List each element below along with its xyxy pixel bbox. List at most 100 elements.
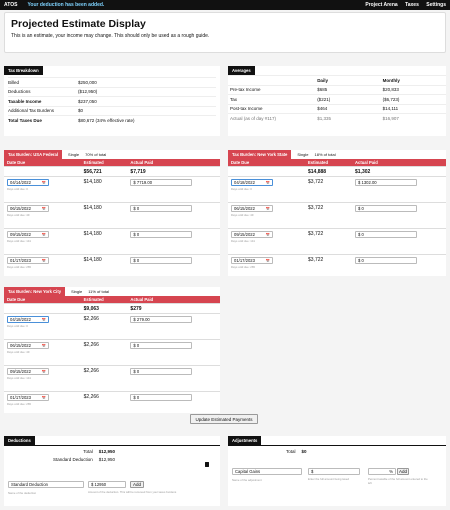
actual-paid-input[interactable]: $ 1302.00 bbox=[355, 179, 417, 186]
averages-cell: $464 bbox=[315, 103, 381, 114]
hero-card: Projected Estimate Display This is an es… bbox=[4, 12, 446, 53]
date-due-input[interactable]: 09/15/2022 📅 bbox=[7, 231, 49, 238]
estimated-value: $14,180 bbox=[83, 257, 102, 263]
breakdown-label: Billed bbox=[8, 79, 20, 85]
date-value: 06/15/2022 bbox=[10, 343, 31, 348]
calendar-icon[interactable]: 📅 bbox=[42, 233, 46, 237]
estimated-value: $2,266 bbox=[83, 394, 99, 400]
date-value: 04/18/2022 bbox=[234, 180, 255, 185]
paid-cell: $ 0 bbox=[130, 342, 220, 349]
calendar-icon[interactable]: 📅 bbox=[42, 344, 46, 348]
calendar-icon[interactable]: 📅 bbox=[42, 181, 46, 185]
breakdown-row: Total Taxes Due $80,672 (34% effective ra… bbox=[8, 115, 216, 125]
averages-panel: Averages Daily Monthly Pre-tax Income $685 $… bbox=[228, 66, 446, 136]
estimated-value: $14,180 bbox=[83, 205, 102, 211]
days-until-due: Days until due: 49 bbox=[7, 213, 30, 217]
calendar-icon[interactable]: 📅 bbox=[42, 370, 46, 374]
actual-paid-input[interactable]: $ 0 bbox=[130, 231, 193, 238]
tab-adjustments: Adjustments bbox=[228, 436, 262, 445]
paid-cell: $ 0 bbox=[355, 257, 445, 264]
brand-logo[interactable]: ATOS bbox=[4, 2, 17, 8]
averages-cell: $1,335 bbox=[315, 113, 381, 123]
date-cell: 06/15/2022 📅 Days until due: 49 bbox=[4, 205, 84, 217]
nav-project-arena[interactable]: Project Arena bbox=[365, 2, 397, 8]
calendar-icon[interactable]: 📅 bbox=[42, 207, 46, 211]
column-header: Actual Paid bbox=[130, 297, 154, 302]
deduction-item-value: $12,950 bbox=[98, 457, 115, 462]
calendar-icon[interactable]: 📅 bbox=[266, 259, 270, 263]
actual-paid-input[interactable]: $ 7719.00 bbox=[130, 179, 193, 186]
burden-tab: Tax Burden: USA Federal bbox=[4, 150, 63, 159]
date-due-input[interactable]: 04/18/2022 📅 bbox=[231, 179, 273, 186]
total-estimated: $14,888 bbox=[308, 169, 327, 175]
adjustments-panel: Adjustments Total $0 Capital Gains Name … bbox=[228, 436, 446, 506]
date-due-input[interactable]: 01/17/2023 📅 bbox=[231, 257, 273, 264]
date-due-input[interactable]: 06/15/2022 📅 bbox=[7, 342, 49, 349]
days-until-due: Days until due: 0 bbox=[7, 324, 28, 328]
payment-row: 04/18/2022 📅 Days until due: 0 $3,722 $ 1302… bbox=[228, 176, 446, 202]
date-due-input[interactable]: 09/15/2022 📅 bbox=[231, 231, 273, 238]
actual-paid-input[interactable]: $ 0 bbox=[355, 257, 417, 264]
date-due-input[interactable]: 04/14/2022 📅 bbox=[7, 179, 49, 186]
payment-row: 09/15/2022 📅 Days until due: 141 $3,722 $ 0 bbox=[228, 228, 446, 254]
update-payments-button[interactable]: Update Estimated Payments bbox=[190, 414, 258, 424]
adjustment-amount-hint: Enter the full amount being taxed bbox=[308, 477, 350, 481]
burden-total-row: $56,721 $7,719 bbox=[4, 166, 220, 176]
actual-paid-input[interactable]: $ 279.00 bbox=[130, 316, 193, 323]
adjustments-total-label: Total bbox=[286, 449, 296, 454]
deductions-panel: Deductions Total $12,950 Standard Deduct… bbox=[4, 436, 220, 506]
trash-icon[interactable] bbox=[205, 462, 209, 467]
adjustment-name-hint: Name of the adjustment bbox=[232, 478, 262, 482]
averages-row: Pre-tax Income $685 $20,833 bbox=[228, 84, 446, 95]
calendar-icon[interactable]: 📅 bbox=[266, 181, 270, 185]
days-until-due: Days until due: 141 bbox=[231, 239, 255, 243]
deduction-amount-hint: Amount of the deduction. This will be re… bbox=[88, 490, 177, 494]
breakdown-value: $80,672 (34% effective rate) bbox=[78, 117, 135, 123]
date-due-input[interactable]: 01/17/2023 📅 bbox=[7, 257, 49, 264]
date-due-input[interactable]: 06/15/2022 📅 bbox=[231, 205, 273, 212]
nav-settings[interactable]: Settings bbox=[426, 2, 446, 8]
actual-paid-input[interactable]: $ 0 bbox=[130, 205, 193, 212]
actual-paid-input[interactable]: $ 0 bbox=[130, 257, 193, 264]
date-due-input[interactable]: 04/18/2022 📅 bbox=[7, 316, 49, 323]
percent-of-total: 70% of total bbox=[85, 152, 107, 157]
adjustment-name-input[interactable]: Capital Gains bbox=[232, 468, 302, 475]
date-value: 09/15/2022 bbox=[10, 369, 31, 374]
estimated-value: $2,266 bbox=[83, 368, 99, 374]
paid-cell: $ 1302.00 bbox=[355, 179, 445, 186]
deduction-add-button[interactable]: Add bbox=[130, 481, 144, 488]
breakdown-value: ($12,950) bbox=[78, 89, 98, 95]
calendar-icon[interactable]: 📅 bbox=[42, 396, 46, 400]
paid-cell: $ 0 bbox=[130, 368, 220, 375]
deduction-name-input[interactable]: Standard Deduction bbox=[8, 481, 84, 488]
estimated-value: $3,722 bbox=[308, 231, 324, 237]
adjustment-amount-input[interactable]: $ bbox=[308, 468, 360, 475]
actual-paid-input[interactable]: $ 0 bbox=[355, 205, 417, 212]
actual-paid-input[interactable]: $ 0 bbox=[130, 394, 193, 401]
date-cell: 01/17/2023 📅 Days until due: 265 bbox=[4, 257, 84, 269]
burden-meta: Single 11% of total bbox=[65, 287, 115, 296]
adjustment-percent-input[interactable]: % bbox=[368, 468, 396, 475]
date-cell: 04/14/2022 📅 Days until due: 0 bbox=[4, 179, 84, 191]
calendar-icon[interactable]: 📅 bbox=[42, 318, 46, 322]
calendar-icon[interactable]: 📅 bbox=[266, 233, 270, 237]
date-value: 06/15/2022 bbox=[10, 206, 31, 211]
filing-status: Single bbox=[71, 289, 83, 294]
actual-paid-input[interactable]: $ 0 bbox=[130, 342, 193, 349]
actual-paid-input[interactable]: $ 0 bbox=[130, 368, 193, 375]
days-until-due: Days until due: 265 bbox=[231, 265, 255, 269]
averages-cell: $685 bbox=[315, 84, 381, 95]
calendar-icon[interactable]: 📅 bbox=[266, 207, 270, 211]
date-cell: 01/17/2023 📅 Days until due: 265 bbox=[4, 394, 84, 406]
nav-taxes[interactable]: Taxes bbox=[405, 2, 419, 8]
averages-cell: $16,907 bbox=[380, 113, 446, 123]
column-header: Estimated bbox=[83, 160, 104, 165]
date-due-input[interactable]: 06/15/2022 📅 bbox=[7, 205, 49, 212]
deduction-amount-input[interactable]: $ 12950 bbox=[88, 481, 126, 488]
payment-row: 01/17/2023 📅 Days until due: 265 $14,180 $ 0 bbox=[4, 254, 220, 280]
actual-paid-input[interactable]: $ 0 bbox=[355, 231, 417, 238]
adjustment-add-button[interactable]: Add bbox=[397, 468, 409, 475]
date-due-input[interactable]: 09/15/2022 📅 bbox=[7, 368, 49, 375]
calendar-icon[interactable]: 📅 bbox=[42, 259, 46, 263]
date-due-input[interactable]: 01/17/2023 📅 bbox=[7, 394, 49, 401]
